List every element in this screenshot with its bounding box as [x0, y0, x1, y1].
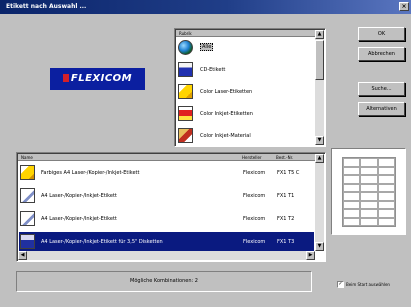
product-name: A4 Laser-/Kopier-/Inkjet-Etikett für 3,5… — [41, 239, 163, 245]
category-item-cd-etikett[interactable]: CD-Etikett — [178, 60, 318, 80]
logo-mark-icon — [62, 74, 69, 82]
label-preview — [331, 148, 406, 235]
product-number: FX1 T2 — [277, 216, 295, 222]
category-item-color-inkjet-material[interactable]: Color Inkjet-Material — [178, 126, 318, 146]
category-label: Color Inkjet-Etiketten — [200, 111, 253, 117]
scroll-down-button[interactable]: ▼ — [315, 136, 324, 145]
product-name: A4 Laser-/Kopier-/Inkjet-Etikett — [41, 193, 117, 199]
colored-label-sheet-icon — [20, 165, 35, 180]
label-sheet-icon — [20, 188, 35, 203]
category-item-alle[interactable]: Alle — [178, 38, 318, 58]
table-row-selected[interactable]: A4 Laser-/Kopier-/Inkjet-Etikett für 3,5… — [19, 232, 314, 252]
color-laser-label-icon — [178, 84, 193, 99]
category-list[interactable]: Rubrik Alle CD-Etikett Color Laser-Etike… — [174, 28, 326, 147]
scroll-down-button[interactable]: ▼ — [315, 242, 324, 251]
cancel-button[interactable]: Abbrechen — [358, 47, 405, 61]
scroll-thumb[interactable] — [315, 40, 324, 80]
logo-text: FLEXICOM — [70, 73, 133, 84]
label-sheet-icon — [20, 211, 35, 226]
scroll-right-button[interactable]: ▶ — [306, 251, 315, 260]
flexicom-logo: FLEXICOM — [50, 68, 145, 90]
disk-label-icon — [20, 234, 35, 249]
column-header-maker[interactable]: Hersteller — [242, 154, 262, 161]
start-select-checkbox-row[interactable]: ✓ Beim Start auswählen — [337, 281, 390, 290]
product-maker: Flexicom — [243, 216, 266, 222]
product-name: A4 Laser-/Kopier-/Inkjet-Etikett — [41, 216, 117, 222]
product-list[interactable]: Name Hersteller Best.-Nr. Farbiges A4 La… — [16, 152, 326, 262]
search-button[interactable]: Suche... — [358, 82, 405, 96]
product-number: FX1 T5 C — [277, 170, 300, 176]
table-row[interactable]: Farbiges A4 Laser-/Kopier-/Inkjet-Etiket… — [19, 163, 314, 183]
product-vscrollbar[interactable]: ▲ ▼ — [315, 154, 324, 251]
scroll-up-button[interactable]: ▲ — [315, 30, 324, 39]
title-bar: Etikett nach Auswahl ... × — [0, 0, 411, 14]
product-hscrollbar[interactable]: ◀ ▶ — [18, 251, 315, 260]
category-header: Rubrik — [176, 30, 315, 37]
product-maker: Flexicom — [243, 239, 266, 245]
category-label: CD-Etikett — [200, 67, 226, 73]
scroll-left-button[interactable]: ◀ — [18, 251, 27, 260]
window-title: Etikett nach Auswahl ... — [6, 3, 87, 10]
alternatives-button[interactable]: Alternativen — [358, 102, 405, 116]
table-row[interactable]: A4 Laser-/Kopier-/Inkjet-Etikett Flexico… — [19, 209, 314, 229]
color-inkjet-material-icon — [178, 128, 193, 143]
category-label: Color Inkjet-Material — [200, 133, 251, 139]
product-number: FX1 T3 — [277, 239, 295, 245]
category-label: Color Laser-Etiketten — [200, 89, 253, 95]
category-label: Alle — [200, 43, 214, 51]
close-button[interactable]: × — [399, 2, 409, 11]
scroll-up-button[interactable]: ▲ — [315, 154, 324, 163]
category-item-color-inkjet-etiketten[interactable]: Color Inkjet-Etiketten — [178, 104, 318, 124]
status-bar: Mögliche Kombinationen: 2 — [16, 271, 312, 292]
label-sheet-grid — [342, 157, 396, 227]
column-header-name[interactable]: Name — [21, 154, 33, 161]
table-row[interactable]: A4 Laser-/Kopier-/Inkjet-Etikett Flexico… — [19, 186, 314, 206]
product-number: FX1 T1 — [277, 193, 295, 199]
category-scrollbar[interactable]: ▲ ▼ — [315, 30, 324, 145]
color-inkjet-label-icon — [178, 106, 193, 121]
start-select-checkbox[interactable]: ✓ — [337, 281, 344, 288]
status-text: Mögliche Kombinationen: 2 — [130, 278, 198, 284]
product-name: Farbiges A4 Laser-/Kopier-/Inkjet-Etiket… — [41, 170, 140, 176]
category-item-color-laser[interactable]: Color Laser-Etiketten — [178, 82, 318, 102]
globe-icon — [178, 40, 193, 55]
ok-button[interactable]: OK — [358, 27, 405, 41]
column-header-number[interactable]: Best.-Nr. — [276, 154, 293, 161]
checkbox-label: Beim Start auswählen — [346, 282, 390, 287]
cd-label-icon — [178, 62, 193, 77]
product-maker: Flexicom — [243, 193, 266, 199]
product-header: Name Hersteller Best.-Nr. — [18, 154, 315, 161]
product-maker: Flexicom — [243, 170, 266, 176]
category-header-label: Rubrik — [179, 31, 192, 36]
